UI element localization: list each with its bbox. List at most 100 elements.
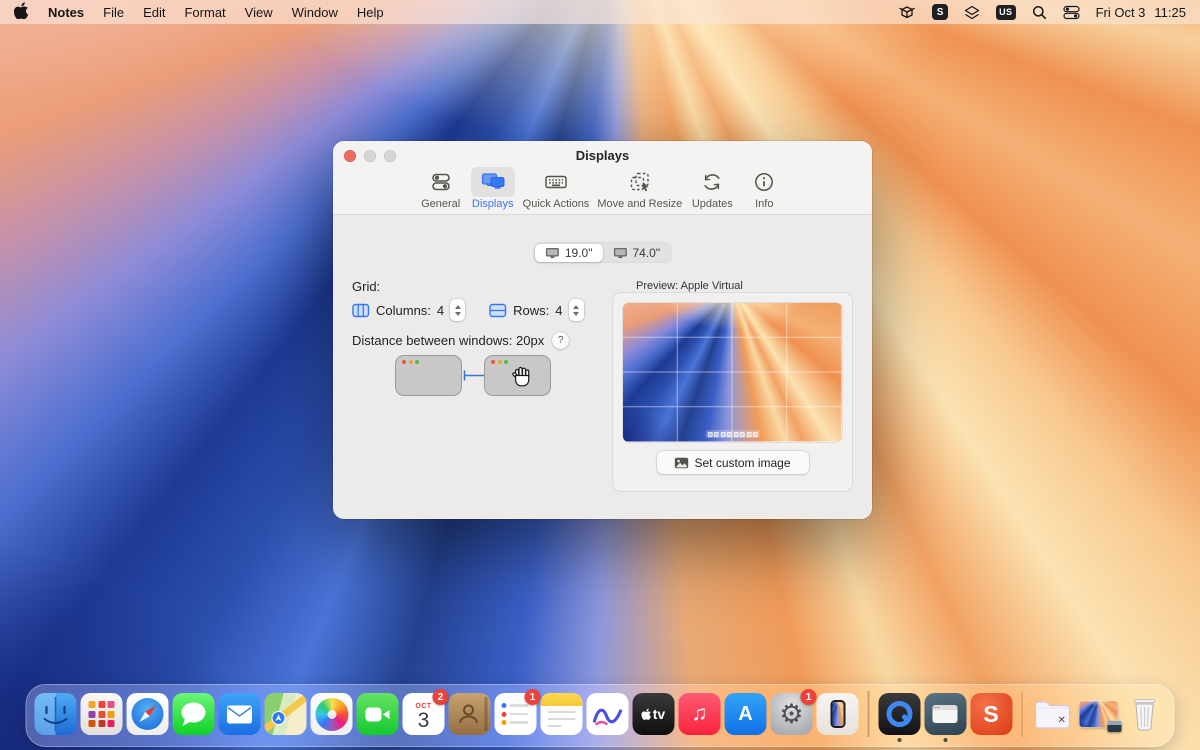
window-glyph-icon — [933, 705, 958, 723]
menu-window[interactable]: Window — [292, 5, 338, 20]
s-app-menubar-icon[interactable]: S — [932, 4, 948, 20]
stepper-up-icon — [573, 305, 579, 309]
spotlight-search-icon[interactable] — [1032, 5, 1047, 20]
tab-info[interactable]: Info — [742, 167, 786, 210]
mini-traffic-lights — [491, 360, 508, 364]
display-preview — [623, 303, 842, 442]
dock: 2 OCT 3 1 tv ♫ — [26, 684, 1175, 747]
photos-flower-icon — [315, 698, 348, 731]
dock-messages[interactable] — [173, 693, 215, 735]
dock-trash[interactable] — [1124, 693, 1166, 735]
help-button[interactable]: ? — [552, 332, 569, 349]
image-file-window-overlay — [1108, 721, 1122, 732]
menubar-clock[interactable]: Fri Oct 3 11:25 — [1096, 5, 1186, 20]
stacks-icon[interactable] — [964, 5, 980, 20]
notification-badge: 2 — [433, 689, 449, 705]
dock-iphone-mirroring[interactable] — [817, 693, 859, 735]
iphone-icon — [830, 700, 845, 728]
tab-updates[interactable]: Updates — [690, 167, 734, 210]
gear-icon: ⚙ — [779, 701, 803, 728]
notification-badge: 1 — [525, 689, 541, 705]
dock-appstore[interactable]: A — [725, 693, 767, 735]
keyboard-layout-badge[interactable]: US — [996, 5, 1016, 20]
menu-view[interactable]: View — [245, 5, 273, 20]
toggles-icon — [419, 167, 463, 197]
maps-location-icon — [272, 711, 286, 725]
notes-yellow-band — [541, 693, 583, 706]
tab-label: Info — [755, 198, 773, 210]
columns-stepper[interactable] — [450, 299, 465, 321]
dock-freeform[interactable] — [587, 693, 629, 735]
dock-window-manager-app[interactable] — [924, 693, 966, 735]
tab-label: Updates — [692, 198, 733, 210]
tab-quick-actions[interactable]: Quick Actions — [523, 167, 590, 210]
apple-menu[interactable] — [14, 2, 29, 22]
button-label: Set custom image — [694, 456, 790, 470]
dock-appletv[interactable]: tv — [633, 693, 675, 735]
dock-music[interactable]: ♫ — [679, 693, 721, 735]
folder-icon: ✕ — [1033, 697, 1073, 731]
keyboard-icon — [534, 167, 578, 197]
set-custom-image-button[interactable]: Set custom image — [657, 451, 809, 474]
rows-group: Rows: 4 — [489, 299, 583, 321]
display-selector: 19.0" 74.0" — [533, 242, 671, 263]
video-camera-icon — [365, 706, 391, 723]
hand-cursor-icon — [511, 365, 533, 389]
preview-grid-overlay — [623, 303, 842, 442]
dock-reminders[interactable]: 1 — [495, 693, 537, 735]
info-icon — [742, 167, 786, 197]
dock-image-file[interactable] — [1078, 693, 1120, 735]
grid-section-label: Grid: — [352, 279, 380, 294]
columns-label: Columns: — [376, 303, 431, 318]
dock-photos[interactable] — [311, 693, 353, 735]
sketch-box-icon[interactable] — [898, 4, 916, 20]
preview-mini-dock — [705, 430, 760, 438]
rows-stepper[interactable] — [569, 299, 584, 321]
columns-value: 4 — [437, 303, 444, 318]
active-app-menu[interactable]: Notes — [48, 5, 84, 20]
trash-icon — [1127, 695, 1163, 733]
launchpad-grid-icon — [89, 701, 115, 727]
stepper-up-icon — [455, 305, 461, 309]
picture-icon — [674, 457, 689, 469]
tab-move-and-resize[interactable]: Move and Resize — [597, 167, 682, 210]
clock-time: 11:25 — [1154, 5, 1186, 20]
desktop: Notes File Edit Format View Window Help … — [0, 0, 1200, 750]
music-note-icon: ♫ — [692, 702, 708, 726]
menu-edit[interactable]: Edit — [143, 5, 165, 20]
tab-displays[interactable]: Displays — [471, 167, 515, 210]
dock-launchpad[interactable] — [81, 693, 123, 735]
safari-compass-icon — [132, 698, 164, 730]
svg-text:✕: ✕ — [1058, 715, 1066, 726]
dock-facetime[interactable] — [357, 693, 399, 735]
dock-system-settings[interactable]: 1 ⚙ — [771, 693, 813, 735]
menu-help[interactable]: Help — [357, 5, 384, 20]
freeform-squiggle-icon — [591, 699, 625, 729]
settings-window: Displays General Displays Quick Actions — [333, 141, 872, 519]
distance-label: Distance between windows: 20px — [352, 333, 544, 348]
tab-general[interactable]: General — [419, 167, 463, 210]
control-center-icon[interactable] — [1063, 5, 1080, 20]
image-file-thumbnail — [1080, 701, 1118, 727]
preview-label: Preview: Apple Virtual — [636, 280, 743, 292]
menu-file[interactable]: File — [103, 5, 124, 20]
dock-contacts[interactable] — [449, 693, 491, 735]
dock-maps[interactable] — [265, 693, 307, 735]
segment-display-74[interactable]: 74.0" — [603, 244, 671, 262]
dock-calendar[interactable]: 2 OCT 3 — [403, 693, 445, 735]
dock-notes[interactable] — [541, 693, 583, 735]
segment-display-19[interactable]: 19.0" — [535, 244, 603, 262]
move-resize-icon — [618, 167, 662, 197]
illustration-window-left — [395, 355, 462, 396]
dock-safari[interactable] — [127, 693, 169, 735]
dock-finder[interactable] — [35, 693, 77, 735]
tab-label: General — [421, 198, 460, 210]
dock-mail[interactable] — [219, 693, 261, 735]
dock-utilities-folder[interactable]: ✕ — [1032, 693, 1074, 735]
dock-s-app[interactable]: S — [970, 693, 1012, 735]
dock-quicktime[interactable] — [878, 693, 920, 735]
menu-format[interactable]: Format — [184, 5, 225, 20]
tab-label: Quick Actions — [523, 198, 590, 210]
tab-label: Displays — [472, 198, 514, 210]
person-silhouette-icon — [457, 701, 483, 727]
